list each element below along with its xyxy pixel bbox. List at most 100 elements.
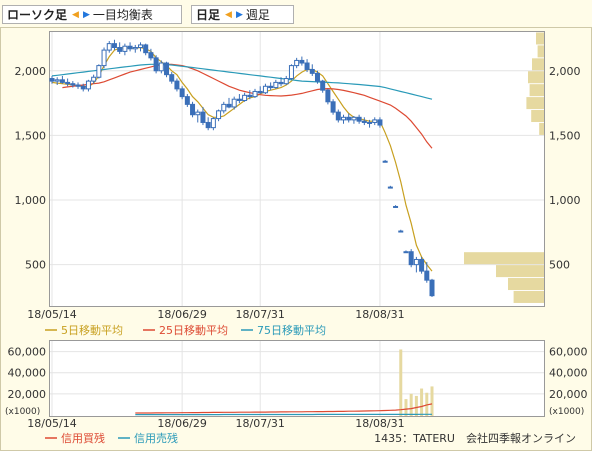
candle-body [367, 121, 373, 124]
candle-body [80, 85, 86, 90]
volume-profile-bar [528, 71, 544, 84]
legend-label: 5日移動平均 [61, 323, 123, 337]
candle-body [96, 65, 102, 78]
candle-body [387, 186, 393, 189]
candle-body [221, 103, 227, 112]
candle-body [210, 118, 216, 129]
legend-label: 信用売残 [134, 431, 178, 445]
candle-body [169, 74, 175, 82]
candle-body [164, 62, 170, 76]
footer-source: 1435：TATERU 会社四季報オンライン [374, 431, 576, 445]
candle-body [252, 90, 258, 98]
candle-body [70, 83, 76, 86]
candle-body [122, 45, 128, 52]
candle-body [132, 47, 138, 50]
candle-body [184, 96, 190, 105]
candle-body [335, 111, 341, 121]
volume-y-tick-label: 20,000 [8, 388, 47, 401]
price-x-tick-label: 18/05/14 [27, 308, 76, 321]
volume-profile-bar [513, 290, 544, 303]
volume-x-tick-label: 18/07/31 [236, 417, 285, 430]
volume-y-tick-label: 40,000 [549, 367, 588, 380]
volume-bar [430, 386, 434, 416]
candle-body [408, 251, 414, 266]
volume-profile-bar [526, 97, 544, 110]
candle-body [101, 49, 107, 67]
candle-body [393, 205, 399, 208]
candle-body [429, 279, 435, 297]
candle-body [361, 120, 367, 123]
price-y-tick-label: 500 [549, 259, 570, 272]
candle-body [283, 78, 289, 85]
candle-body [179, 88, 185, 98]
price-x-tick-label: 18/06/29 [157, 308, 206, 321]
candle-body [127, 45, 133, 50]
candle-body [325, 89, 331, 103]
candle-body [424, 270, 430, 281]
volume-y-tick-label: 20,000 [549, 388, 588, 401]
volume-profile-bar [529, 84, 544, 97]
price-y-tick-label: 1,500 [15, 129, 47, 142]
volume-profile-bar [508, 278, 544, 291]
candle-body [413, 258, 419, 266]
candle-body [54, 79, 60, 82]
candle-body [148, 52, 154, 59]
volume-y-tick-label: 40,000 [8, 367, 47, 380]
candle-body [231, 98, 237, 108]
candle-body [59, 79, 65, 83]
volume-profile-bar [496, 265, 544, 278]
candle-body [403, 251, 409, 254]
candle-body [91, 76, 97, 82]
candle-body [309, 68, 315, 74]
candle-body [106, 43, 112, 51]
candle-body [137, 44, 143, 49]
candle-body [346, 116, 352, 121]
candle-body [314, 72, 320, 82]
legend-label: 25日移動平均 [159, 323, 228, 337]
candle-body [117, 47, 123, 52]
candle-body [49, 78, 55, 82]
candle-body [236, 98, 242, 102]
volume-bar [414, 395, 418, 416]
candle-body [419, 258, 425, 272]
candle-body [268, 85, 274, 89]
price-y-tick-label: 500 [25, 259, 46, 272]
candle-body [262, 85, 268, 94]
candle-body [65, 81, 71, 85]
price-y-tick-label: 2,000 [15, 65, 47, 78]
candle-body [158, 62, 164, 72]
volume-unit-label: (x1000) [5, 407, 40, 417]
price-x-tick-label: 18/08/31 [355, 308, 404, 321]
candle-body [190, 103, 196, 116]
volume-profile-bar [532, 58, 544, 71]
candle-body [294, 59, 300, 67]
candle-body [75, 84, 81, 87]
candle-body [111, 43, 117, 49]
legend-label: 75日移動平均 [257, 323, 326, 337]
price-y-tick-label: 1,000 [15, 194, 47, 207]
volume-bar [420, 388, 424, 416]
candle-body [341, 116, 347, 121]
volume-profile-bar [536, 32, 544, 45]
candle-body [143, 44, 149, 54]
candle-body [377, 119, 383, 126]
candle-body [372, 119, 378, 123]
candle-body [351, 116, 357, 121]
candle-body [278, 81, 284, 85]
volume-bar [404, 399, 408, 416]
legend-label: 信用買残 [61, 431, 105, 445]
candle-body [226, 103, 232, 108]
candle-body [242, 94, 248, 101]
volume-profile-bar [531, 110, 544, 123]
volume-bar [399, 349, 403, 416]
candle-body [174, 80, 180, 90]
candle-body [288, 65, 294, 80]
candle-body [247, 94, 253, 98]
candle-body [382, 160, 388, 163]
candle-body [299, 59, 305, 64]
volume-x-tick-label: 18/05/14 [27, 417, 76, 430]
volume-y-tick-label: 60,000 [8, 346, 47, 359]
candle-body [205, 121, 211, 129]
volume-x-tick-label: 18/06/29 [157, 417, 206, 430]
volume-profile-bar [539, 122, 544, 135]
